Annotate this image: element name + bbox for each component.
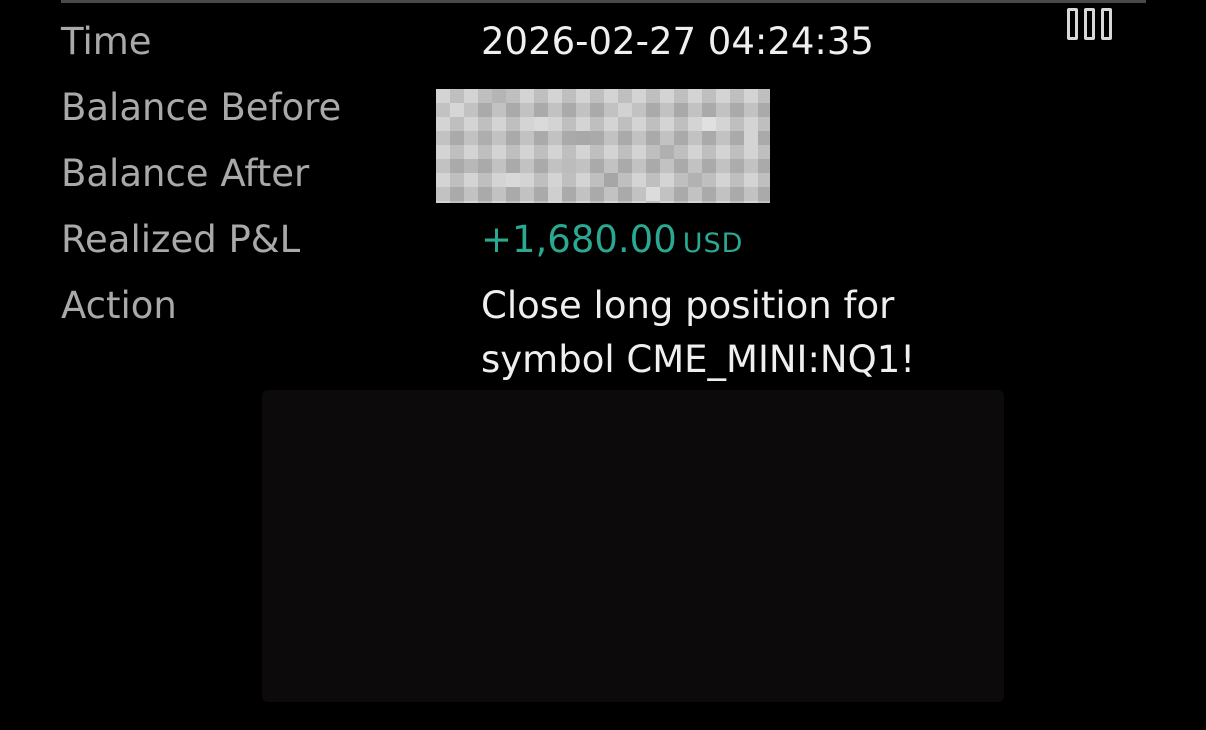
balance-after-label: Balance After [61, 152, 310, 195]
realized-pnl-value: +1,680.00 [481, 218, 677, 261]
redacted-balance-values [436, 89, 770, 203]
column-bar [1067, 8, 1078, 40]
realized-pnl-value-group: +1,680.00 USD [481, 218, 743, 266]
time-value: 2026-02-27 04:24:35 [481, 20, 874, 63]
time-label: Time [61, 20, 152, 63]
column-bar [1084, 8, 1095, 40]
realized-pnl-unit: USD [682, 228, 744, 259]
redacted-region [262, 390, 1004, 702]
balance-before-label: Balance Before [61, 86, 342, 129]
columns-icon[interactable] [1067, 8, 1119, 44]
action-label: Action [61, 284, 177, 327]
action-value: Close long position for symbol CME_MINI:… [481, 279, 915, 387]
action-value-line2: symbol CME_MINI:NQ1! [481, 338, 916, 381]
action-value-line1: Close long position for [481, 284, 895, 327]
realized-pnl-label: Realized P&L [61, 218, 301, 261]
column-bar [1101, 8, 1112, 40]
top-divider [61, 0, 1146, 3]
